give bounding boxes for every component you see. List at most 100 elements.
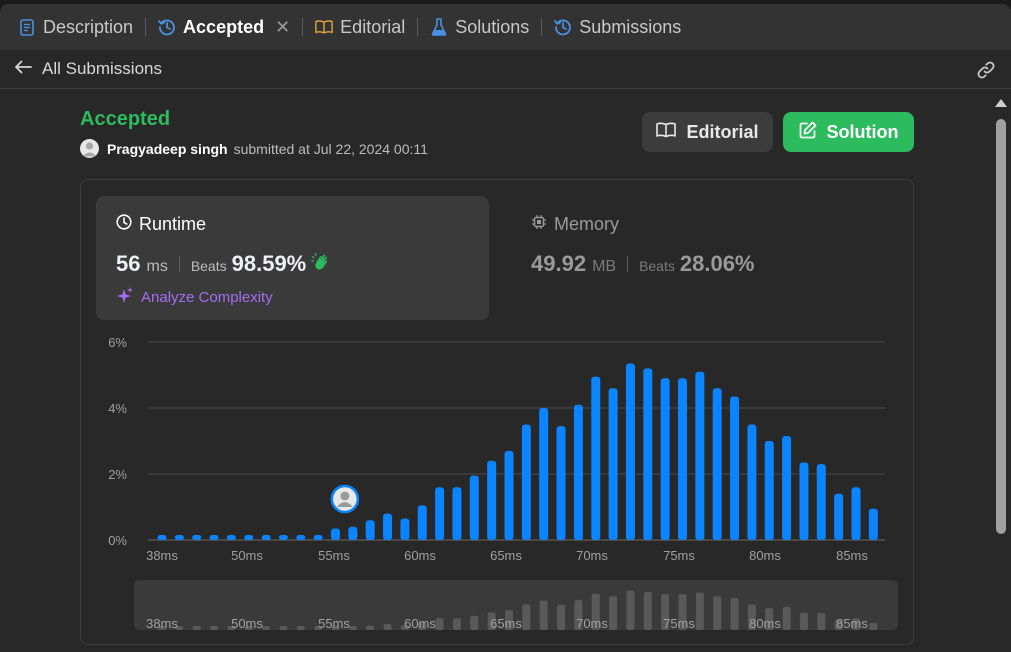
runtime-value: 56 (116, 251, 141, 276)
close-icon[interactable]: ✕ (275, 17, 290, 38)
minimap-x-label: 70ms (576, 616, 608, 630)
x-tick-label: 55ms (318, 548, 350, 563)
editorial-button[interactable]: Editorial (642, 112, 773, 152)
avatar-head (340, 491, 350, 501)
bar (573, 404, 583, 540)
solution-button[interactable]: Solution (783, 112, 914, 152)
bar (834, 493, 844, 540)
bar (400, 518, 410, 540)
bar (556, 426, 566, 540)
minimap-bar (817, 613, 826, 630)
x-tick-label: 85ms (836, 548, 868, 563)
bar (660, 378, 670, 540)
bar (799, 462, 809, 540)
scroll-up-arrow-icon[interactable] (995, 99, 1007, 107)
runtime-distribution-chart[interactable]: 6% 4% 2% 0% 38ms 50ms 55ms 60ms 65ms 70ms 75ms 80ms… (100, 330, 900, 630)
runtime-box[interactable]: Runtime 56 ms Beats 98.59% Analyze Compl… (96, 196, 489, 320)
tab-divider (541, 18, 543, 36)
bar (747, 424, 757, 540)
minimap-bar (383, 624, 392, 630)
minimap-x-label: 80ms (749, 616, 781, 630)
bar (539, 408, 549, 540)
x-tick-label: 75ms (663, 548, 695, 563)
x-tick-label: 80ms (749, 548, 781, 563)
sparkle-icon (116, 286, 134, 308)
book-icon (656, 122, 677, 143)
tab-label: Editorial (340, 16, 406, 37)
tab-submissions[interactable]: Submissions (554, 4, 681, 50)
clap-icon (311, 252, 331, 277)
runtime-unit: ms (146, 258, 168, 275)
x-tick-label: 65ms (490, 548, 522, 563)
x-tick-label: 60ms (404, 548, 436, 563)
bar (348, 526, 358, 540)
analyze-label: Analyze Complexity (141, 288, 273, 306)
minimap-bar (296, 626, 305, 630)
bar (452, 487, 462, 540)
flask-icon (430, 18, 448, 36)
tab-label: Submissions (579, 16, 682, 37)
minimap-bar (869, 623, 878, 630)
memory-beats-label: Beats (639, 258, 675, 274)
minimap-bar (435, 618, 444, 630)
scrollbar-thumb[interactable] (996, 119, 1006, 534)
minimap-bar (452, 618, 461, 630)
user-name[interactable]: Pragyadeep singh (107, 141, 228, 157)
bar (417, 505, 427, 540)
divider (627, 256, 629, 272)
bar (383, 513, 393, 540)
tab-solutions[interactable]: Solutions (430, 4, 529, 50)
bar (331, 528, 340, 540)
back-label: All Submissions (42, 59, 162, 78)
bar (695, 371, 705, 540)
minimap-x-label: 55ms (318, 616, 350, 630)
tab-divider (417, 18, 419, 36)
tab-label: Accepted (183, 16, 265, 37)
minimap-bar (366, 625, 375, 630)
bar (365, 520, 375, 540)
editorial-label: Editorial (686, 121, 759, 142)
minimap-bar (539, 600, 548, 630)
minimap-bar (713, 596, 722, 630)
minimap-x-label: 65ms (490, 616, 522, 630)
bar (313, 535, 323, 540)
tab-divider (145, 18, 147, 36)
submitted-time: submitted at Jul 22, 2024 00:11 (233, 140, 428, 157)
y-tick-label: 6% (108, 335, 127, 350)
edit-icon (799, 121, 817, 144)
memory-value-row: 49.92 MB Beats 28.06% (531, 251, 755, 277)
minimap-bar (192, 626, 201, 630)
tab-editorial[interactable]: Editorial (315, 4, 405, 50)
bar (157, 535, 167, 540)
memory-box[interactable]: Memory 49.92 MB Beats 28.06% (511, 196, 904, 320)
runtime-value-row: 56 ms Beats 98.59% (116, 251, 331, 277)
memory-value: 49.92 (531, 251, 587, 276)
analyze-complexity-link[interactable]: Analyze Complexity (116, 286, 273, 308)
bar (435, 487, 445, 540)
tab-accepted[interactable]: Accepted ✕ (158, 4, 290, 50)
bar (608, 388, 618, 540)
tab-description[interactable]: Description (18, 4, 133, 50)
submission-meta: Pragyadeep singh submitted at Jul 22, 20… (80, 139, 428, 158)
sub-header: All Submissions (0, 50, 1011, 89)
bar (625, 363, 635, 540)
link-icon[interactable] (975, 59, 997, 81)
memory-title-text: Memory (554, 214, 620, 234)
bar (244, 535, 254, 540)
bar (782, 436, 792, 540)
runtime-beats-label: Beats (190, 258, 227, 274)
minimap-bar (348, 626, 357, 630)
bar (851, 487, 861, 540)
tab-label: Description (43, 16, 134, 37)
submission-status: Accepted (80, 108, 171, 130)
bar (764, 441, 774, 540)
minimap-bar (557, 604, 566, 630)
avatar[interactable] (80, 139, 99, 158)
bar (868, 508, 878, 540)
bar (261, 535, 271, 540)
divider (178, 256, 180, 272)
tab-bar: Description Accepted ✕ Editorial Solutio… (0, 4, 1011, 50)
y-tick-label: 2% (108, 467, 127, 482)
all-submissions-link[interactable]: All Submissions (14, 59, 162, 79)
solution-label: Solution (826, 121, 899, 142)
